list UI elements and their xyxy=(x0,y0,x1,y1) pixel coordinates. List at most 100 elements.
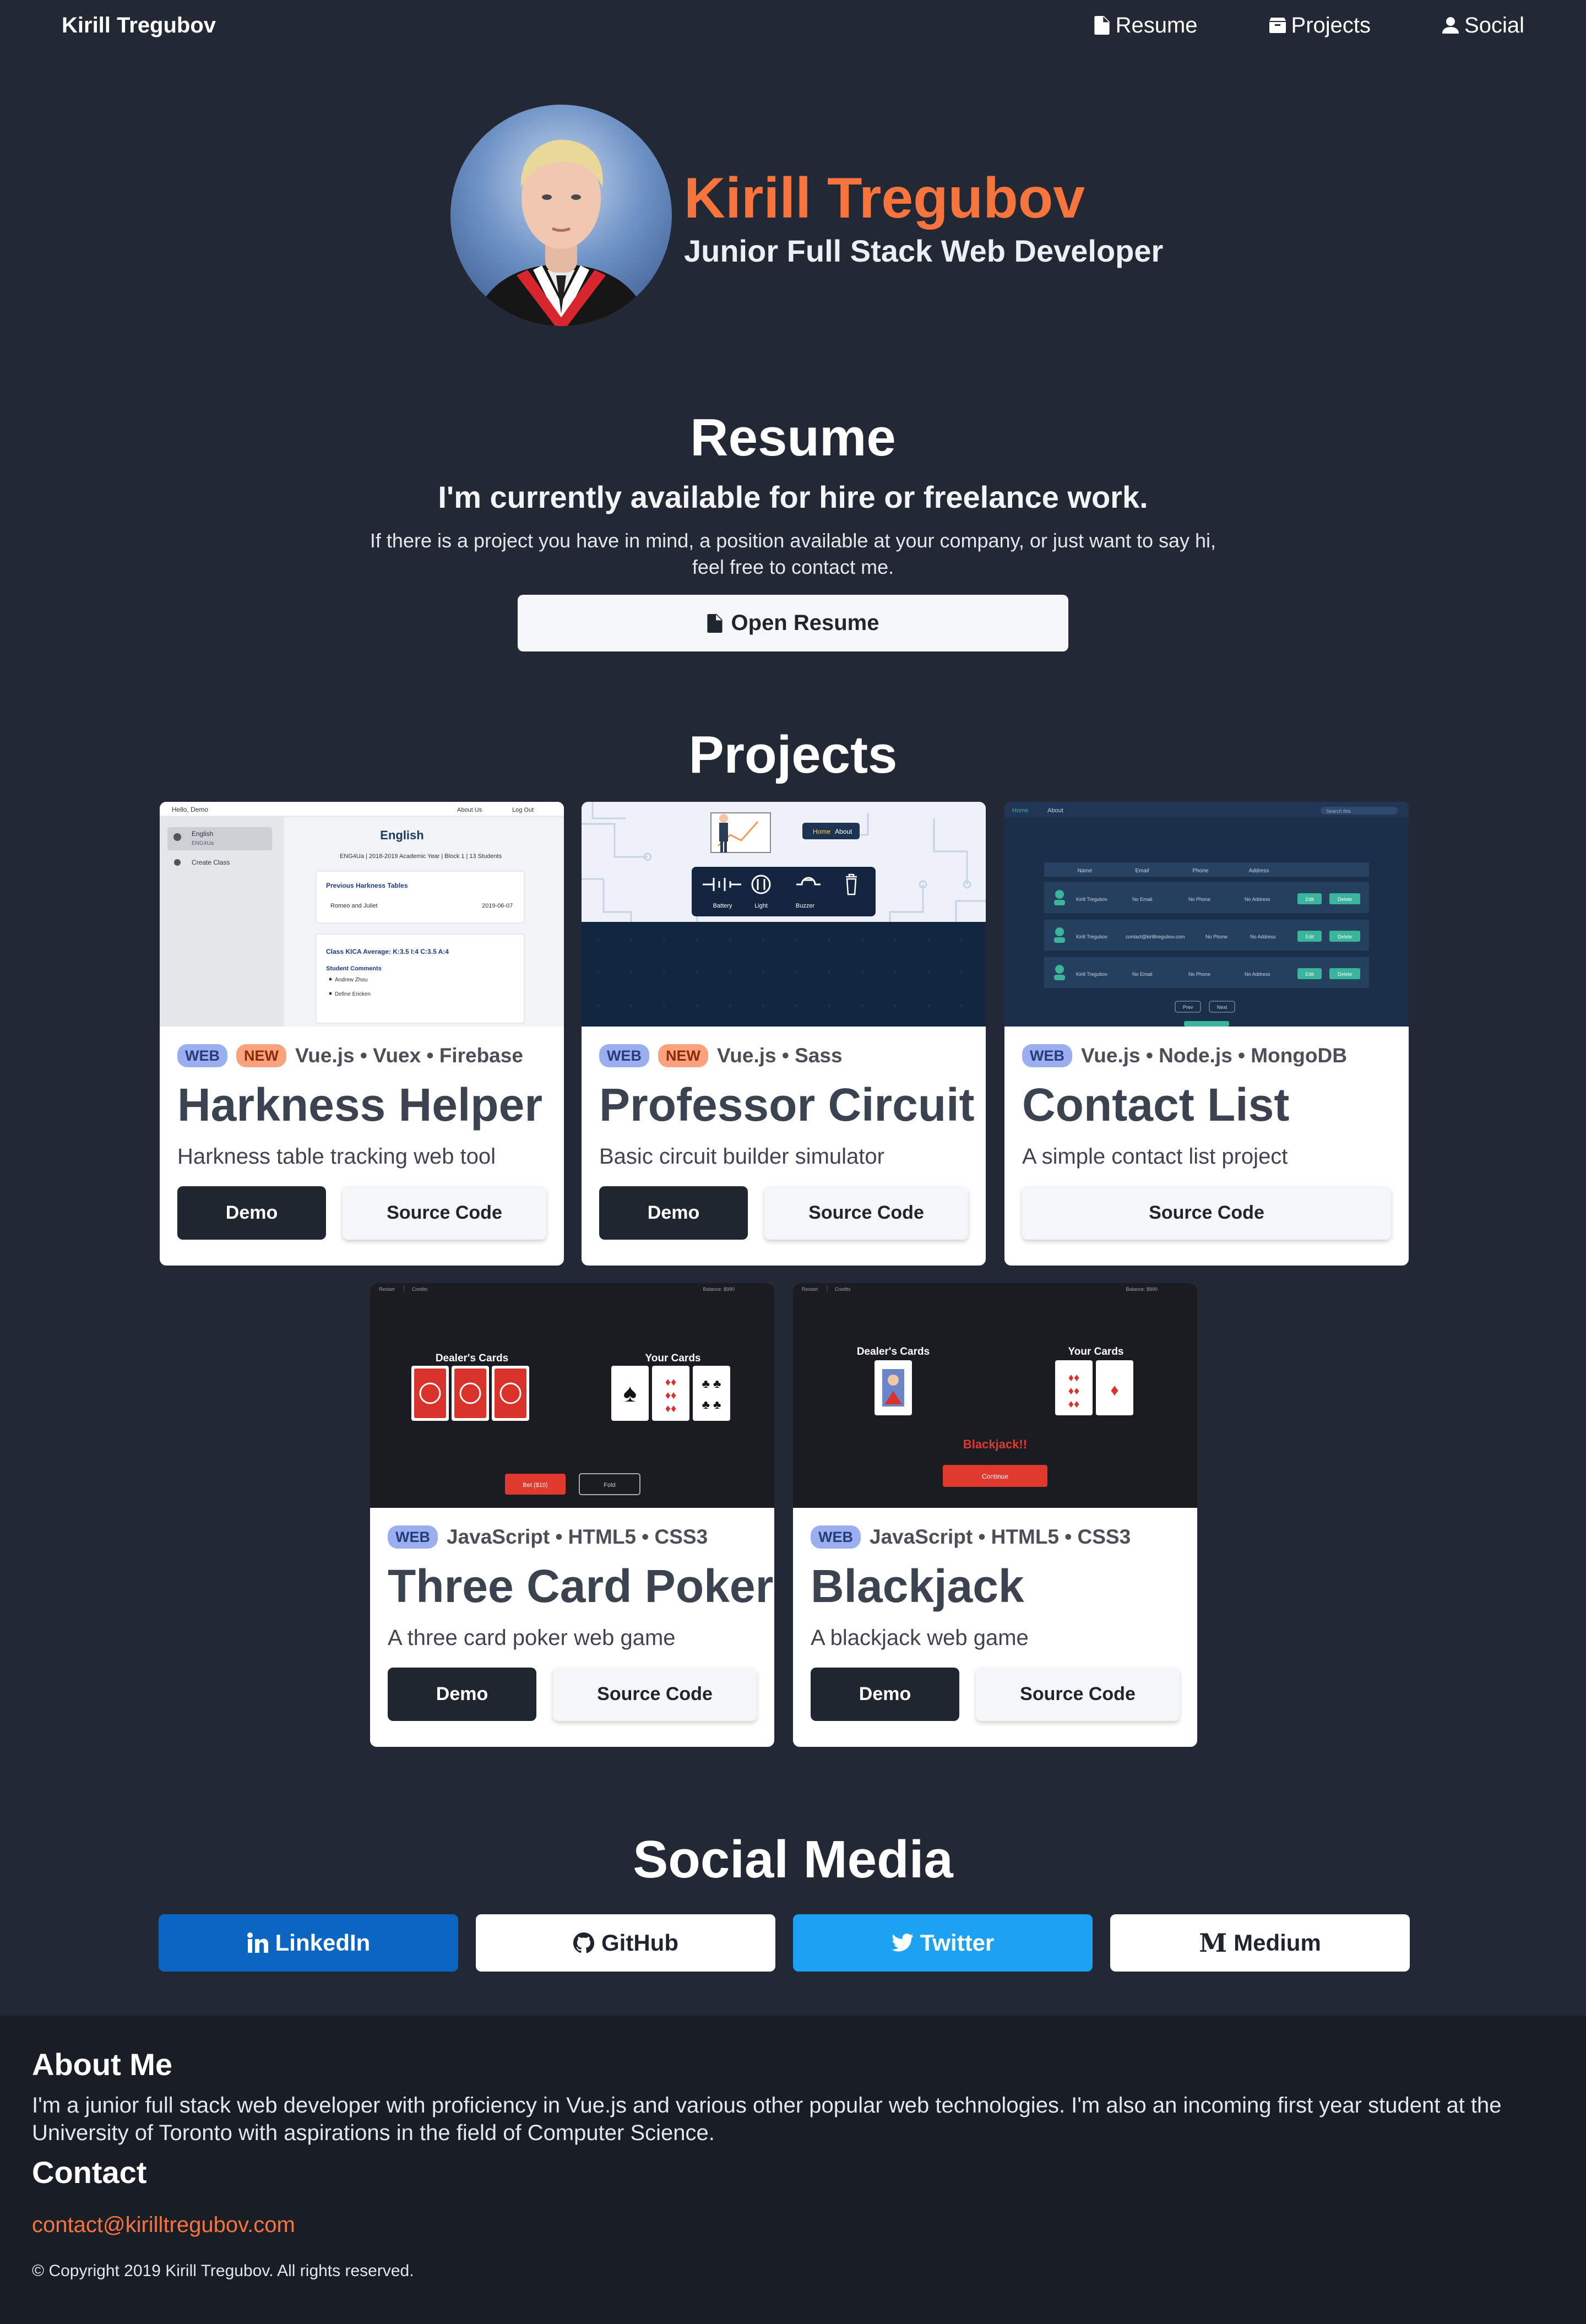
svg-text:♦♦: ♦♦ xyxy=(665,1376,676,1388)
thumb-heading: English xyxy=(380,828,423,842)
project-title: Three Card Poker xyxy=(388,1560,774,1612)
nav-link-resume[interactable]: Resume xyxy=(1094,11,1198,40)
thumb-r1-email: No Email xyxy=(1132,897,1153,902)
project-tech: JavaScript • HTML5 • CSS3 xyxy=(447,1525,708,1548)
linkedin-button[interactable]: LinkedIn xyxy=(159,1914,458,1972)
svg-text:♣ ♣: ♣ ♣ xyxy=(702,1398,721,1411)
source-code-button[interactable]: Source Code xyxy=(553,1668,757,1721)
thumb-th-email: Email xyxy=(1135,868,1149,874)
nav-link-social[interactable]: Social xyxy=(1442,11,1524,40)
project-description: A simple contact list project xyxy=(1022,1144,1288,1169)
badge-web: WEB xyxy=(388,1525,438,1549)
thumb-th-phone: Phone xyxy=(1193,868,1209,874)
svg-text:♦♦: ♦♦ xyxy=(1068,1398,1079,1410)
thumb-tool-light: Light xyxy=(754,903,768,909)
project-tech: Vue.js • Vuex • Firebase xyxy=(295,1044,523,1067)
source-code-button[interactable]: Source Code xyxy=(764,1186,968,1240)
thumb-prev: Prev xyxy=(1183,1004,1193,1010)
project-card-contact-list: Home About Search this Name Email Phone … xyxy=(1004,802,1409,1266)
badge-web: WEB xyxy=(177,1044,227,1067)
demo-button[interactable]: Demo xyxy=(599,1186,748,1240)
thumb-th-name: Name xyxy=(1078,868,1093,874)
nav-link-label: Projects xyxy=(1291,13,1371,37)
svg-text:♦♦: ♦♦ xyxy=(665,1403,676,1415)
footer: About Me I'm a junior full stack web dev… xyxy=(0,2016,1586,2324)
nav-link-label: Resume xyxy=(1115,13,1198,37)
thumb-balance: Balance: $990 xyxy=(703,1286,735,1292)
project-tech: Vue.js • Node.js • MongoDB xyxy=(1081,1044,1347,1067)
thumb-edit: Edit xyxy=(1305,897,1314,902)
box-icon xyxy=(1269,18,1286,33)
projects-heading: Projects xyxy=(688,725,898,784)
badge-web: WEB xyxy=(599,1044,649,1067)
thumb-r1-address: No Address xyxy=(1245,897,1270,902)
brand-link[interactable]: Kirill Tregubov xyxy=(62,11,216,40)
medium-button[interactable]: M Medium xyxy=(1110,1914,1410,1972)
project-card-blackjack: Restart Credits Balance: $990 Dealer's C… xyxy=(793,1283,1197,1747)
thumb-create: Create Class xyxy=(192,859,230,866)
demo-button[interactable]: Demo xyxy=(811,1668,959,1721)
github-label: GitHub xyxy=(601,1930,678,1956)
thumb-nav-about: About xyxy=(1047,807,1063,814)
hero-text: Kirill Tregubov Junior Full Stack Web De… xyxy=(684,165,1163,271)
about-text: I'm a junior full stack web developer wi… xyxy=(32,2093,1502,2145)
thumb-r1-name: Kirill Tregubov xyxy=(1076,897,1108,902)
thumb-restart: Restart xyxy=(379,1286,395,1292)
demo-button[interactable]: Demo xyxy=(177,1186,326,1240)
medium-label: Medium xyxy=(1234,1930,1321,1956)
thumb-c1: Andrew Zhou xyxy=(335,977,367,983)
thumb-r3-email: No Email xyxy=(1132,971,1153,977)
project-meta: WEB JavaScript • HTML5 • CSS3 xyxy=(388,1525,708,1549)
resume-description: If there is a project you have in mind, … xyxy=(370,529,1216,578)
nav-link-label: Social xyxy=(1464,13,1524,37)
demo-button[interactable]: Demo xyxy=(388,1668,536,1721)
thumb-r2-phone: No Phone xyxy=(1205,934,1227,940)
social-heading: Social Media xyxy=(633,1830,953,1889)
thumb-balance: Balance: $990 xyxy=(1126,1286,1158,1292)
badge-new: NEW xyxy=(236,1044,286,1067)
about-heading: About Me xyxy=(32,2047,173,2082)
thumb-r2-address: No Address xyxy=(1250,934,1276,940)
project-screenshot: Home About Battery Light Buzzer xyxy=(582,802,986,1027)
profile-avatar xyxy=(450,105,672,326)
thumb-r2-name: Kirill Tregubov xyxy=(1076,934,1108,940)
thumb-r1-phone: No Phone xyxy=(1188,897,1210,902)
contact-heading: Contact xyxy=(32,2155,147,2190)
project-tech: Vue.js • Sass xyxy=(717,1044,843,1067)
file-icon xyxy=(1094,16,1110,35)
twitter-button[interactable]: Twitter xyxy=(793,1914,1093,1972)
thumb-sidebar-item: English xyxy=(192,830,213,838)
file-icon xyxy=(707,613,723,633)
thumb-meta: ENG4Ua | 2018-2019 Academic Year | Block… xyxy=(340,853,502,860)
twitter-label: Twitter xyxy=(920,1930,995,1956)
thumb-kica: Class KICA Average: K:3.5 I:4 C:3.5 A:4 xyxy=(326,948,449,955)
thumb-r2-email: contact@kirilltregubov.com xyxy=(1126,934,1185,940)
nav-links: Resume Projects Social xyxy=(1094,11,1524,40)
project-screenshot: Hello, Demo About Us Log Out English ENG… xyxy=(160,802,564,1027)
project-screenshot: Restart Credits Balance: $990 Dealer's C… xyxy=(370,1283,774,1508)
svg-text:♦: ♦ xyxy=(1110,1381,1118,1399)
linkedin-label: LinkedIn xyxy=(275,1930,371,1956)
thumb-restart: Restart xyxy=(802,1286,818,1292)
source-code-button[interactable]: Source Code xyxy=(343,1186,546,1240)
badge-web: WEB xyxy=(1022,1044,1072,1067)
github-button[interactable]: GitHub xyxy=(476,1914,775,1972)
project-title: Blackjack xyxy=(811,1560,1024,1612)
svg-text:♦♦: ♦♦ xyxy=(1068,1372,1079,1384)
svg-text:♦♦: ♦♦ xyxy=(665,1389,676,1402)
thumb-delete: Delete xyxy=(1338,934,1352,940)
thumb-your-label: Your Cards xyxy=(645,1353,700,1364)
thumb-delete: Delete xyxy=(1338,971,1352,977)
source-code-button[interactable]: Source Code xyxy=(1022,1186,1391,1240)
project-description: A blackjack web game xyxy=(811,1626,1029,1650)
thumb-r3-address: No Address xyxy=(1245,971,1270,977)
contact-email-link[interactable]: contact@kirilltregubov.com xyxy=(32,2211,295,2239)
thumb-delete: Delete xyxy=(1338,897,1352,902)
hero-subtitle: Junior Full Stack Web Developer xyxy=(684,234,1164,268)
nav-link-projects[interactable]: Projects xyxy=(1269,11,1371,40)
source-code-button[interactable]: Source Code xyxy=(976,1668,1180,1721)
copyright: © Copyright 2019 Kirill Tregubov. All ri… xyxy=(32,2262,414,2280)
project-title: Contact List xyxy=(1022,1079,1290,1131)
thumb-tool-battery: Battery xyxy=(713,903,732,909)
open-resume-button[interactable]: Open Resume xyxy=(518,595,1068,651)
